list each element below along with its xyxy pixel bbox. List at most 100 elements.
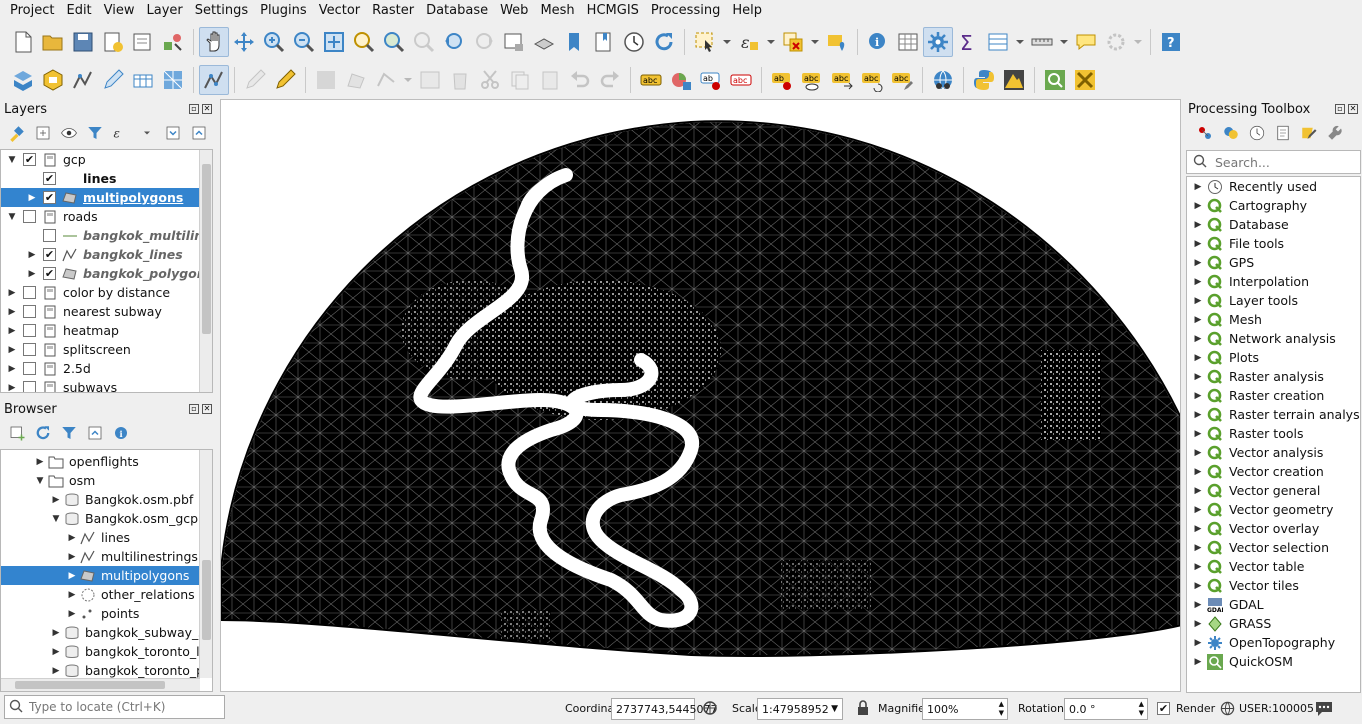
paste-features-icon[interactable] bbox=[535, 65, 565, 95]
layer-visibility-checkbox[interactable]: ✔ bbox=[43, 267, 56, 280]
zoom-next-icon[interactable] bbox=[469, 27, 499, 57]
browser-hscrollbar[interactable] bbox=[1, 678, 200, 691]
chevron-down-icon[interactable] bbox=[1057, 27, 1071, 57]
menu-mesh[interactable]: Mesh bbox=[534, 0, 580, 22]
redo-icon[interactable] bbox=[595, 65, 625, 95]
processing-group-item[interactable]: ▶ Recently used bbox=[1187, 177, 1360, 196]
delete-selected-icon[interactable] bbox=[445, 65, 475, 95]
expand-arrow-right-icon[interactable]: ▶ bbox=[1191, 581, 1205, 591]
locator-input[interactable]: Type to locate (Ctrl+K) bbox=[4, 695, 225, 719]
processing-group-item[interactable]: ▶ Raster terrain analysis bbox=[1187, 405, 1360, 424]
expand-arrow-right-icon[interactable]: ▶ bbox=[49, 495, 63, 505]
zoom-to-selection-icon[interactable] bbox=[349, 27, 379, 57]
expand-arrow-right-icon[interactable]: ▶ bbox=[1191, 334, 1205, 344]
plugin-mountain-icon[interactable] bbox=[999, 65, 1029, 95]
menu-help[interactable]: Help bbox=[726, 0, 768, 22]
data-source-manager-icon[interactable] bbox=[8, 65, 38, 95]
expand-arrow-right-icon[interactable]: ▶ bbox=[1191, 505, 1205, 515]
new-project-icon[interactable] bbox=[8, 27, 38, 57]
processing-group-item[interactable]: ▶ Raster analysis bbox=[1187, 367, 1360, 386]
layer-visibility-checkbox[interactable] bbox=[23, 362, 36, 375]
identify-features-icon[interactable]: i bbox=[863, 27, 893, 57]
layer-visibility-checkbox[interactable]: ✔ bbox=[23, 153, 36, 166]
new-print-layout-icon[interactable] bbox=[98, 27, 128, 57]
new-map-view-icon[interactable] bbox=[499, 27, 529, 57]
expand-arrow-right-icon[interactable]: ▶ bbox=[1191, 296, 1205, 306]
zoom-last-icon[interactable] bbox=[439, 27, 469, 57]
deselect-all-icon[interactable] bbox=[778, 27, 808, 57]
chevron-down-icon[interactable] bbox=[1131, 27, 1145, 57]
layer-item[interactable]: ▼ roads bbox=[1, 207, 212, 226]
expand-arrow-right-icon[interactable]: ▶ bbox=[1191, 638, 1205, 648]
edit-pencil-icon[interactable] bbox=[270, 65, 300, 95]
rotation-spinbox[interactable]: 0.0 ° ▲ ▼ bbox=[1064, 698, 1148, 720]
layer-visibility-checkbox[interactable] bbox=[23, 286, 36, 299]
modify-attributes-icon[interactable] bbox=[415, 65, 445, 95]
menu-view[interactable]: View bbox=[98, 0, 141, 22]
pan-map-icon[interactable] bbox=[199, 27, 229, 57]
layer-diagram-icon[interactable] bbox=[666, 65, 696, 95]
zoom-full-icon[interactable] bbox=[319, 27, 349, 57]
scale-combobox[interactable]: 1:47958952 ▼ bbox=[757, 698, 843, 720]
expand-arrow-down-icon[interactable]: ▼ bbox=[5, 212, 19, 222]
spatial-bookmark-icon[interactable] bbox=[559, 27, 589, 57]
style-manager-icon[interactable] bbox=[158, 27, 188, 57]
open-table-icon[interactable] bbox=[983, 27, 1013, 57]
models-icon[interactable] bbox=[1192, 121, 1217, 145]
chevron-down-icon[interactable] bbox=[764, 27, 778, 57]
filter-icon[interactable] bbox=[56, 421, 81, 445]
results-viewer-icon[interactable] bbox=[1270, 121, 1295, 145]
layer-visibility-checkbox[interactable] bbox=[23, 343, 36, 356]
highlight-pinned-labels-icon[interactable]: ab bbox=[696, 65, 726, 95]
expand-arrow-right-icon[interactable]: ▶ bbox=[5, 364, 19, 374]
expand-arrow-right-icon[interactable]: ▶ bbox=[1191, 277, 1205, 287]
processing-group-item[interactable]: ▶ Vector selection bbox=[1187, 538, 1360, 557]
spin-arrows-icon[interactable]: ▲ ▼ bbox=[1139, 700, 1144, 718]
vertex-tool-icon[interactable] bbox=[371, 65, 401, 95]
select-features-icon[interactable] bbox=[690, 27, 720, 57]
menu-hcmgis[interactable]: HCMGIS bbox=[581, 0, 645, 22]
processing-group-item[interactable]: ▶ Vector creation bbox=[1187, 462, 1360, 481]
menu-plugins[interactable]: Plugins bbox=[254, 0, 313, 22]
current-edits-icon[interactable] bbox=[240, 65, 270, 95]
refresh-icon[interactable] bbox=[649, 27, 679, 57]
expand-arrow-right-icon[interactable]: ▶ bbox=[1191, 448, 1205, 458]
expand-arrow-right-icon[interactable]: ▶ bbox=[25, 193, 39, 203]
menu-vector[interactable]: Vector bbox=[313, 0, 366, 22]
menu-settings[interactable]: Settings bbox=[189, 0, 254, 22]
expand-arrow-right-icon[interactable]: ▶ bbox=[1191, 391, 1205, 401]
processing-group-item[interactable]: ▶ Vector tiles bbox=[1187, 576, 1360, 595]
layer-item[interactable]: ▶ splitscreen bbox=[1, 340, 212, 359]
coordinate-field[interactable]: 2737743,5445077 bbox=[611, 698, 717, 720]
processing-group-item[interactable]: ▶ Vector overlay bbox=[1187, 519, 1360, 538]
processing-group-item[interactable]: ▶ Layer tools bbox=[1187, 291, 1360, 310]
render-checkbox[interactable]: ✔ bbox=[1157, 702, 1170, 715]
processing-group-item[interactable]: ▶ OpenTopography bbox=[1187, 633, 1360, 652]
chevron-down-icon[interactable] bbox=[720, 27, 734, 57]
virtual-layer-icon[interactable] bbox=[128, 65, 158, 95]
close-icon[interactable]: ✕ bbox=[1348, 104, 1358, 114]
browser-item[interactable]: ▶ other_relations bbox=[1, 585, 212, 604]
layer-item[interactable]: ▶ nearest subway bbox=[1, 302, 212, 321]
close-icon[interactable]: ✕ bbox=[202, 104, 212, 114]
float-icon[interactable]: ▫ bbox=[189, 104, 199, 114]
processing-group-item[interactable]: ▶ Database bbox=[1187, 215, 1360, 234]
cut-features-icon[interactable] bbox=[475, 65, 505, 95]
browser-item[interactable]: ▶ multilinestrings bbox=[1, 547, 212, 566]
expand-arrow-right-icon[interactable]: ▶ bbox=[1191, 562, 1205, 572]
digitize-pen-icon[interactable] bbox=[98, 65, 128, 95]
expand-arrow-right-icon[interactable]: ▶ bbox=[1191, 524, 1205, 534]
expand-arrow-right-icon[interactable]: ▶ bbox=[49, 647, 63, 657]
expand-arrow-right-icon[interactable]: ▶ bbox=[65, 552, 79, 562]
browser-item[interactable]: ▶ points bbox=[1, 604, 212, 623]
browser-item[interactable]: ▶ bangkok_subway_s bbox=[1, 623, 212, 642]
expand-arrow-right-icon[interactable]: ▶ bbox=[1191, 429, 1205, 439]
expand-arrow-right-icon[interactable]: ▶ bbox=[65, 571, 79, 581]
expand-arrow-right-icon[interactable]: ▶ bbox=[5, 345, 19, 355]
expand-arrow-right-icon[interactable]: ▶ bbox=[1191, 258, 1205, 268]
processing-group-item[interactable]: ▶ Network analysis bbox=[1187, 329, 1360, 348]
expand-arrow-right-icon[interactable]: ▶ bbox=[1191, 467, 1205, 477]
expand-arrow-right-icon[interactable]: ▶ bbox=[5, 383, 19, 393]
undo-icon[interactable] bbox=[565, 65, 595, 95]
show-bookmarks-icon[interactable] bbox=[589, 27, 619, 57]
